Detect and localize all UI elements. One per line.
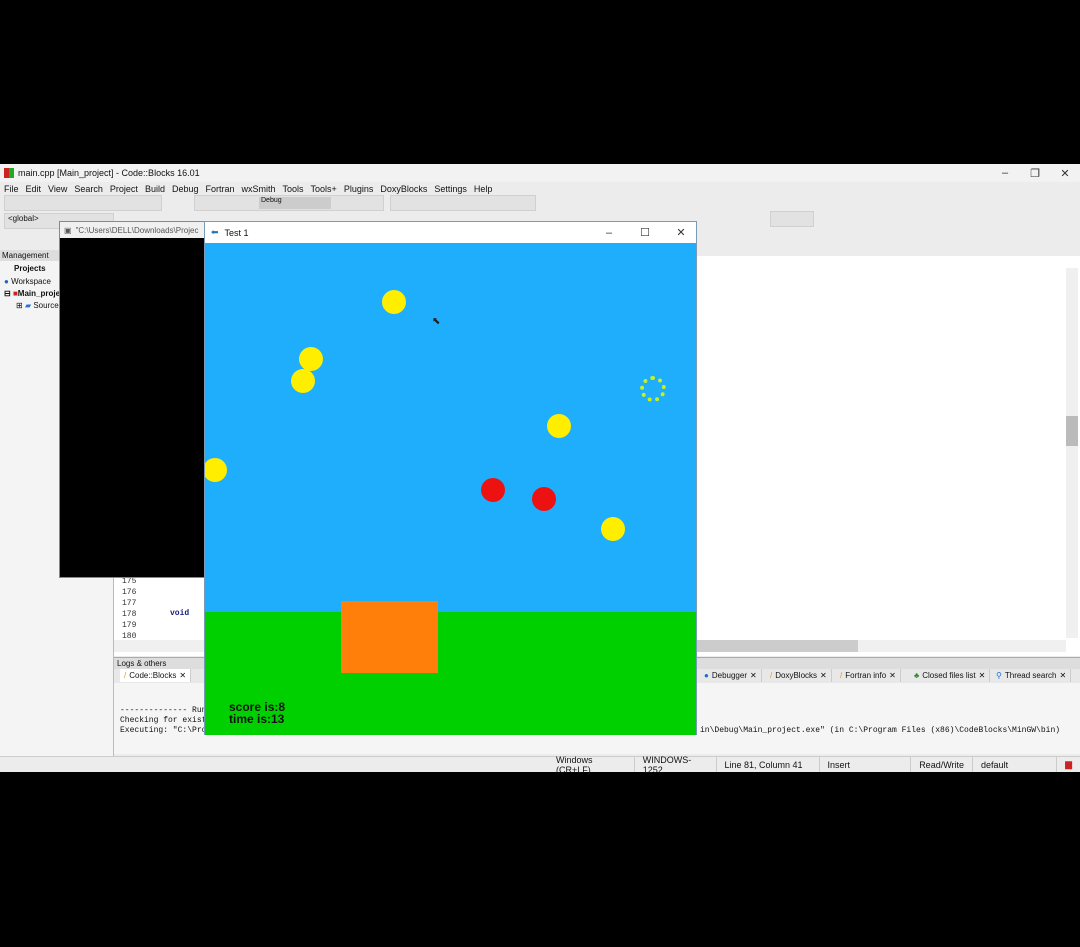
status-eol: Windows (CR+LF) bbox=[556, 754, 593, 775]
game-minimize-button[interactable]: – bbox=[594, 227, 624, 239]
loading-spinner-icon bbox=[640, 376, 666, 402]
line-numbers: 175 176 177 178 179 180 bbox=[122, 577, 137, 641]
menu-help[interactable]: Help bbox=[474, 184, 493, 194]
yellow-ball bbox=[291, 369, 315, 393]
mouse-cursor-icon: ⬉ bbox=[432, 316, 441, 327]
tab-debugger[interactable]: ● Debugger ✕ bbox=[700, 669, 762, 682]
menu-tools[interactable]: Tools bbox=[283, 184, 304, 194]
menu-fortran[interactable]: Fortran bbox=[205, 184, 234, 194]
debug-toolbar[interactable] bbox=[390, 195, 536, 211]
menu-file[interactable]: File bbox=[4, 184, 19, 194]
status-encoding: WINDOWS-1252 bbox=[633, 755, 716, 775]
yellow-ball bbox=[382, 290, 406, 314]
yellow-ball bbox=[547, 414, 571, 438]
status-profile: default bbox=[972, 757, 1016, 772]
game-maximize-button[interactable]: ☐ bbox=[630, 226, 660, 239]
menu-debug[interactable]: Debug bbox=[172, 184, 199, 194]
red-ball bbox=[481, 478, 505, 502]
fortran-icon: / bbox=[840, 671, 843, 680]
console-window[interactable]: ▣ "C:\Users\DELL\Downloads\Projec bbox=[59, 221, 205, 578]
codeblocks-icon: / bbox=[124, 671, 127, 680]
menu-build[interactable]: Build bbox=[145, 184, 165, 194]
yellow-ball bbox=[205, 458, 227, 482]
console-icon: ▣ bbox=[64, 225, 72, 235]
tab-closed-files[interactable]: ♣ Closed files list ✕ bbox=[910, 669, 991, 682]
menu-plugins[interactable]: Plugins bbox=[344, 184, 374, 194]
build-target-select[interactable]: Debug bbox=[259, 197, 331, 209]
game-title: Test 1 bbox=[224, 227, 249, 238]
menu-bar: File Edit View Search Project Build Debu… bbox=[0, 182, 1080, 195]
tab-doxyblocks[interactable]: / DoxyBlocks ✕ bbox=[766, 669, 832, 682]
tab-thread-search[interactable]: ⚲ Thread search ✕ bbox=[992, 669, 1072, 682]
minimize-button[interactable]: – bbox=[990, 167, 1020, 179]
ide-title: main.cpp [Main_project] - Code::Blocks 1… bbox=[18, 168, 200, 178]
menu-search[interactable]: Search bbox=[74, 184, 103, 194]
yellow-ball bbox=[299, 347, 323, 371]
bookmark-toolbar[interactable] bbox=[770, 211, 814, 227]
code-keyword: void bbox=[170, 609, 190, 618]
menu-project[interactable]: Project bbox=[110, 184, 138, 194]
log-output-continued: in\Debug\Main_project.exe" (in C:\Progra… bbox=[700, 726, 1061, 735]
menu-view[interactable]: View bbox=[48, 184, 67, 194]
main-toolbar[interactable] bbox=[4, 195, 162, 211]
yellow-ball bbox=[601, 517, 625, 541]
debugger-icon: ● bbox=[704, 671, 709, 680]
menu-settings[interactable]: Settings bbox=[434, 184, 467, 194]
restore-button[interactable]: ❐ bbox=[1020, 167, 1050, 180]
game-titlebar: ⬅ Test 1 – ☐ ✕ bbox=[205, 222, 696, 243]
tab-codeblocks[interactable]: / Code::Blocks ✕ bbox=[120, 669, 192, 682]
log-output: -------------- Run: Checking for existe Ex… bbox=[120, 706, 212, 735]
menu-edit[interactable]: Edit bbox=[26, 184, 42, 194]
red-ball bbox=[532, 487, 556, 511]
ide-titlebar: main.cpp [Main_project] - Code::Blocks 1… bbox=[0, 164, 1080, 182]
app-feather-icon: ⬅ bbox=[211, 227, 219, 237]
app-icon bbox=[4, 168, 14, 178]
game-canvas[interactable]: ⬉ score is:8 time is:13 bbox=[205, 243, 696, 735]
status-access: Read/Write bbox=[910, 757, 972, 772]
status-mode: Insert bbox=[818, 757, 911, 772]
console-title: "C:\Users\DELL\Downloads\Projec bbox=[75, 225, 199, 235]
game-close-button[interactable]: ✕ bbox=[666, 226, 696, 239]
menu-doxyblocks[interactable]: DoxyBlocks bbox=[380, 184, 427, 194]
menu-wxsmith[interactable]: wxSmith bbox=[242, 184, 276, 194]
status-position: Line 81, Column 41 bbox=[715, 757, 819, 772]
status-bar: Windows (CR+LF) WINDOWS-1252 Line 81, Co… bbox=[0, 754, 1080, 775]
build-toolbar[interactable]: Debug bbox=[194, 195, 384, 211]
tab-fortran-info[interactable]: / Fortran info ✕ bbox=[836, 669, 901, 682]
folder-icon: ▰ bbox=[24, 301, 32, 310]
game-window[interactable]: ⬅ Test 1 – ☐ ✕ ⬉ score is:8 time is:13 bbox=[204, 221, 697, 735]
close-button[interactable]: ✕ bbox=[1050, 167, 1080, 180]
closed-files-icon: ♣ bbox=[914, 671, 920, 680]
vertical-scrollbar[interactable] bbox=[1066, 268, 1078, 638]
player-block bbox=[341, 601, 438, 673]
menu-tools-plus[interactable]: Tools+ bbox=[311, 184, 337, 194]
thread-search-icon: ⚲ bbox=[996, 671, 1002, 680]
time-text: time is:13 bbox=[229, 712, 285, 726]
doxyblocks-icon: / bbox=[770, 671, 773, 680]
workspace-icon: ● bbox=[4, 277, 9, 286]
flag-icon: ▆ bbox=[1056, 757, 1080, 772]
